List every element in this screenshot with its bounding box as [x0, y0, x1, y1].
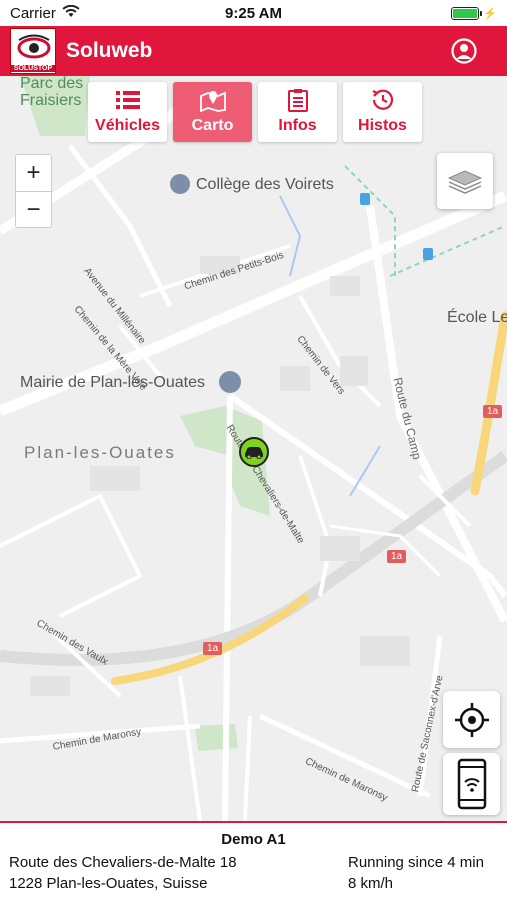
- charging-icon: ⚡: [483, 7, 497, 20]
- tab-carto[interactable]: Carto: [173, 82, 252, 142]
- car-icon: [245, 447, 263, 459]
- map-label-park: Parc des Fraisiers: [20, 76, 84, 109]
- logo-text: SOLUSTOP: [11, 65, 55, 72]
- road-badge-1a: 1a: [483, 405, 503, 418]
- zoom-out-button[interactable]: −: [16, 191, 51, 227]
- status-bar: Carrier 9:25 AM ⚡: [0, 0, 507, 26]
- crosshair-icon: [454, 702, 489, 737]
- map-icon: [199, 91, 226, 112]
- map-view[interactable]: Parc des Fraisiers Collège des Voirets É…: [0, 76, 507, 821]
- vehicle-name: Demo A1: [221, 831, 286, 848]
- road-badge-1a-3: 1a: [203, 642, 223, 655]
- zoom-in-button[interactable]: +: [16, 155, 51, 191]
- road-badge-1a-2: 1a: [387, 550, 407, 563]
- info-row-1: Route des Chevaliers-de-Malte 18 Running…: [9, 852, 498, 873]
- vehicle-info-panel: Demo A1 Route des Chevaliers-de-Malte 18…: [0, 821, 507, 900]
- layers-icon: [447, 170, 483, 194]
- map-label-ecole: École Le: [447, 309, 507, 326]
- device-button[interactable]: [443, 753, 500, 815]
- info-row-2: 1228 Plan-les-Ouates, Suisse 8 km/h: [9, 873, 498, 894]
- carrier-label: Carrier: [10, 4, 56, 22]
- status-right: ⚡: [451, 6, 497, 20]
- locate-button[interactable]: [443, 691, 500, 748]
- tab-infos-label: Infos: [278, 117, 317, 134]
- vehicle-speed: 8 km/h: [348, 875, 394, 892]
- zoom-control: + −: [15, 154, 52, 228]
- battery-icon: [451, 6, 483, 20]
- vehicle-address-line2: 1228 Plan-les-Ouates, Suisse: [9, 875, 208, 892]
- clipboard-icon: [287, 89, 308, 112]
- phone-wifi-icon: [457, 758, 486, 810]
- map-label-mairie: Mairie de Plan-les-Ouates: [20, 374, 205, 391]
- app-header: SOLUSTOP Soluweb: [0, 26, 507, 76]
- tab-histos[interactable]: Histos: [343, 82, 422, 142]
- tab-vehicles-label: Véhicles: [95, 117, 160, 134]
- list-icon: [115, 91, 140, 109]
- layers-button[interactable]: [437, 153, 493, 209]
- wifi-icon: [62, 4, 80, 22]
- app-logo: SOLUSTOP: [10, 28, 56, 74]
- app-title: Soluweb: [66, 39, 153, 62]
- tab-bar: Véhicles Carto Infos Histos: [88, 82, 422, 142]
- tab-infos[interactable]: Infos: [258, 82, 337, 142]
- tab-histos-label: Histos: [358, 117, 407, 134]
- map-label-college: Collège des Voirets: [196, 176, 334, 193]
- vehicle-address-line1: Route des Chevaliers-de-Malte 18: [9, 854, 237, 871]
- vehicle-status: Running since 4 min: [348, 854, 484, 871]
- map-label-town: Plan-les-Ouates: [24, 443, 176, 462]
- tab-vehicles[interactable]: Véhicles: [88, 82, 167, 142]
- profile-icon[interactable]: [451, 38, 477, 64]
- history-icon: [372, 89, 393, 110]
- status-left: Carrier: [10, 4, 80, 22]
- tab-carto-label: Carto: [191, 117, 234, 134]
- vehicle-marker[interactable]: [239, 437, 269, 467]
